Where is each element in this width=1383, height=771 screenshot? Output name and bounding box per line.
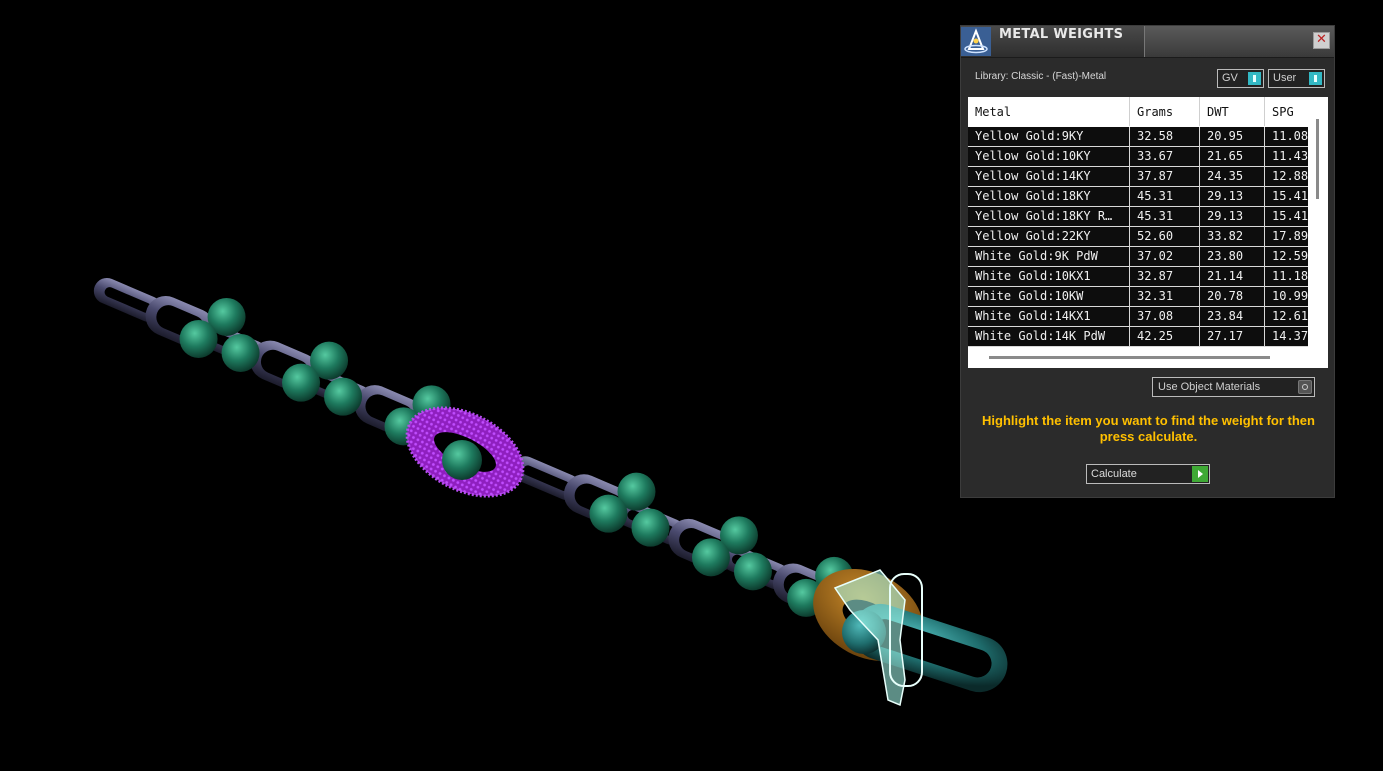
calculate-label: Calculate: [1091, 468, 1137, 480]
metal-cell: White Gold:10KW: [968, 287, 1130, 306]
bead: [179, 319, 218, 358]
use-object-materials-toggle[interactable]: Use Object Materials: [1152, 377, 1315, 397]
column-header-grams[interactable]: Grams: [1130, 97, 1200, 126]
metal-cell: Yellow Gold:18KY R…: [968, 207, 1130, 226]
bead: [733, 552, 772, 591]
column-header-metal[interactable]: Metal: [968, 97, 1130, 126]
metal-cell: White Gold:9K PdW: [968, 247, 1130, 266]
grams-cell: 32.58: [1130, 127, 1200, 146]
toggle-on-icon: [1309, 72, 1322, 85]
metal-cell: Yellow Gold:9KY: [968, 127, 1130, 146]
spg-cell: 12.59: [1272, 249, 1308, 263]
grams-cell: 52.60: [1130, 227, 1200, 246]
close-button[interactable]: ✕: [1313, 32, 1330, 49]
play-icon: [1192, 466, 1208, 482]
instruction-text: Highlight the item you want to find the …: [982, 413, 1315, 444]
vertical-scrollbar[interactable]: [1316, 119, 1319, 199]
grams-cell: 33.67: [1130, 147, 1200, 166]
spg-cell: 15.41: [1272, 209, 1308, 223]
metal-cell: Yellow Gold:10KY: [968, 147, 1130, 166]
table-row[interactable]: Yellow Gold:9KY 32.58 20.95 11.08: [968, 127, 1308, 147]
bead: [589, 494, 628, 533]
library-label: Library: Classic - (Fast)-Metal: [975, 71, 1107, 82]
grams-cell: 45.31: [1130, 207, 1200, 226]
column-header-dwt[interactable]: DWT: [1200, 97, 1265, 126]
metal-cell: Yellow Gold:22KY: [968, 227, 1130, 246]
table-row[interactable]: Yellow Gold:14KY 37.87 24.35 12.88: [968, 167, 1308, 187]
spg-cell: 17.89: [1272, 229, 1308, 243]
metal-cell: Yellow Gold:14KY: [968, 167, 1130, 186]
title-bar[interactable]: METAL WEIGHTS ✕: [961, 26, 1334, 58]
spg-cell: 11.18: [1272, 269, 1308, 283]
grams-cell: 37.08: [1130, 307, 1200, 326]
use-object-materials-label: Use Object Materials: [1158, 381, 1261, 393]
dwt-cell: 33.82: [1200, 227, 1265, 246]
bead: [631, 508, 670, 547]
dwt-cell: 21.65: [1200, 147, 1265, 166]
metal-cell: White Gold:10KX1: [968, 267, 1130, 286]
metal-cell: White Gold:14K PdW: [968, 327, 1130, 346]
spg-cell: 10.99: [1272, 289, 1308, 303]
grams-cell: 32.31: [1130, 287, 1200, 306]
spg-cell: 11.43: [1272, 149, 1308, 163]
grams-cell: 45.31: [1130, 187, 1200, 206]
bead: [442, 440, 482, 480]
title-tab[interactable]: METAL WEIGHTS: [961, 26, 1145, 57]
grams-cell: 32.87: [1130, 267, 1200, 286]
spg-cell: 12.88: [1272, 169, 1308, 183]
table-row[interactable]: White Gold:10KW 32.31 20.78 10.99: [968, 287, 1308, 307]
table-row[interactable]: White Gold:9K PdW 37.02 23.80 12.59: [968, 247, 1308, 267]
table-row[interactable]: Yellow Gold:10KY 33.67 21.65 11.43: [968, 147, 1308, 167]
dwt-cell: 20.78: [1200, 287, 1265, 306]
horizontal-scrollbar[interactable]: [989, 356, 1270, 359]
table-body: Yellow Gold:9KY 32.58 20.95 11.08 Yellow Go…: [968, 127, 1308, 347]
calculate-button[interactable]: Calculate: [1086, 464, 1210, 484]
table-row[interactable]: Yellow Gold:22KY 52.60 33.82 17.89: [968, 227, 1308, 247]
table-header: Metal Grams DWT SPG: [968, 97, 1308, 126]
grams-cell: 37.87: [1130, 167, 1200, 186]
gv-toggle[interactable]: GV: [1217, 69, 1264, 88]
gv-toggle-label: GV: [1222, 72, 1238, 84]
dwt-cell: 24.35: [1200, 167, 1265, 186]
spg-cell: 14.37: [1272, 329, 1308, 343]
jewelry-tool-icon: [961, 27, 991, 56]
dwt-cell: 23.84: [1200, 307, 1265, 326]
bead: [324, 377, 363, 416]
panel-title: METAL WEIGHTS: [999, 27, 1124, 42]
dwt-cell: 29.13: [1200, 187, 1265, 206]
grams-cell: 42.25: [1130, 327, 1200, 346]
user-toggle[interactable]: User: [1268, 69, 1325, 88]
bead: [282, 363, 321, 402]
user-toggle-label: User: [1273, 72, 1297, 84]
close-icon: ✕: [1316, 32, 1327, 47]
dwt-cell: 27.17: [1200, 327, 1265, 346]
column-header-spg[interactable]: SPG: [1265, 97, 1308, 126]
metal-weights-panel: METAL WEIGHTS ✕ Library: Classic - (Fast…: [960, 25, 1335, 498]
dwt-cell: 23.80: [1200, 247, 1265, 266]
metal-cell: Yellow Gold:18KY: [968, 187, 1130, 206]
spg-cell: 11.08: [1272, 129, 1308, 143]
table-row[interactable]: White Gold:10KX1 32.87 21.14 11.18: [968, 267, 1308, 287]
dwt-cell: 20.95: [1200, 127, 1265, 146]
grams-cell: 37.02: [1130, 247, 1200, 266]
table-row[interactable]: Yellow Gold:18KY 45.31 29.13 15.41: [968, 187, 1308, 207]
bead: [691, 538, 730, 577]
metal-table[interactable]: Metal Grams DWT SPG Yellow Gold:9KY 32.58…: [968, 97, 1328, 368]
spg-cell: 15.41: [1272, 189, 1308, 203]
bead: [221, 333, 260, 372]
table-row[interactable]: Yellow Gold:18KY R… 45.31 29.13 15.41: [968, 207, 1308, 227]
radio-off-icon: [1298, 380, 1312, 394]
dwt-cell: 21.14: [1200, 267, 1265, 286]
table-row[interactable]: White Gold:14K PdW 42.25 27.17 14.37: [968, 327, 1308, 347]
spg-cell: 12.61: [1272, 309, 1308, 323]
metal-cell: White Gold:14KX1: [968, 307, 1130, 326]
table-row[interactable]: White Gold:14KX1 37.08 23.84 12.61: [968, 307, 1308, 327]
dwt-cell: 29.13: [1200, 207, 1265, 226]
toggle-on-icon: [1248, 72, 1261, 85]
